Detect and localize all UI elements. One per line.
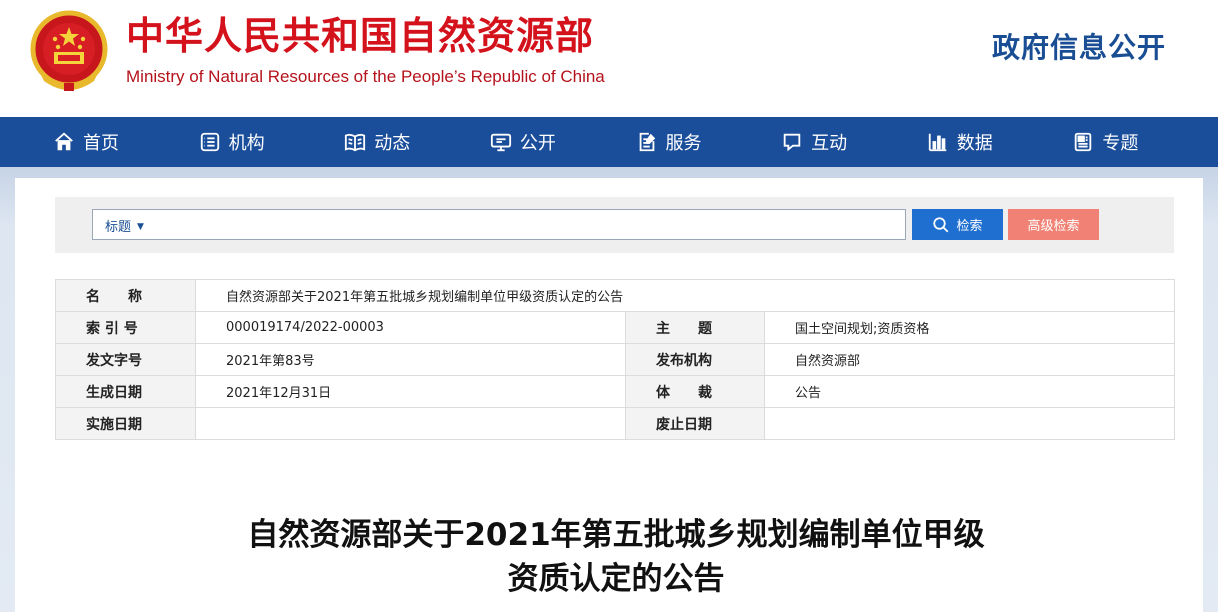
nav-item-label: 专题 bbox=[1102, 133, 1139, 154]
article-title: 自然资源部关于2021年第五批城乡规划编制单位甲级 资质认定的公告 bbox=[0, 513, 1218, 601]
chat-bubble-icon bbox=[783, 133, 801, 152]
article-title-line: 自然资源部关于2021年第五批城乡规划编制单位甲级 bbox=[247, 517, 985, 553]
info-value: 自然资源部关于2021年第五批城乡规划编制单位甲级资质认定的公告 bbox=[195, 279, 1175, 312]
info-label: 废止日期 bbox=[625, 407, 765, 440]
nav-item-label: 服务 bbox=[665, 133, 702, 154]
nav-item-data[interactable]: 数据 bbox=[927, 117, 1073, 167]
info-value: 000019174/2022-00003 bbox=[195, 311, 626, 344]
site-title: 中华人民共和国自然资源部 bbox=[126, 13, 595, 58]
table-row: 发文字号 2021年第83号 发布机构 自然资源部 bbox=[55, 343, 1175, 376]
national-emblem-logo[interactable] bbox=[30, 9, 108, 95]
search-box: 标题 ▼ bbox=[92, 209, 906, 240]
info-value: 国土空间规划;资质资格 bbox=[764, 311, 1175, 344]
nav-item-home[interactable]: 首页 bbox=[53, 117, 199, 167]
nav-item-label: 公开 bbox=[519, 133, 556, 154]
info-label: 实施日期 bbox=[55, 407, 196, 440]
nav-item-news[interactable]: 动态 bbox=[344, 117, 490, 167]
nav-item-label: 动态 bbox=[374, 133, 411, 154]
info-value bbox=[195, 407, 626, 440]
info-label: 主 题 bbox=[625, 311, 765, 344]
search-bar: 标题 ▼ 检索 高级检索 bbox=[55, 197, 1174, 253]
info-value bbox=[764, 407, 1175, 440]
bar-chart-icon bbox=[928, 133, 946, 152]
table-row: 索 引 号 000019174/2022-00003 主 题 国土空间规划;资质… bbox=[55, 311, 1175, 344]
site-header: 中华人民共和国自然资源部 Ministry of Natural Resourc… bbox=[0, 0, 1218, 117]
main-nav: 首页 机构 动态 公开 服务 互动 数据 专题 bbox=[0, 117, 1218, 167]
advanced-search-button[interactable]: 高级检索 bbox=[1008, 209, 1099, 240]
feature-icon bbox=[1075, 132, 1092, 152]
search-icon bbox=[933, 216, 949, 232]
info-label: 索 引 号 bbox=[55, 311, 196, 344]
info-value: 2021年第83号 bbox=[195, 343, 626, 376]
nav-item-label: 机构 bbox=[228, 133, 265, 154]
nav-item-label: 数据 bbox=[956, 133, 993, 154]
nav-item-public[interactable]: 公开 bbox=[490, 117, 636, 167]
gov-info-link[interactable]: 政府信息公开 bbox=[992, 26, 1166, 66]
info-value: 2021年12月31日 bbox=[195, 375, 626, 408]
nav-item-interaction[interactable]: 互动 bbox=[781, 117, 927, 167]
home-icon bbox=[55, 132, 73, 151]
search-type-select[interactable]: 标题 ▼ bbox=[105, 216, 144, 235]
edit-document-icon bbox=[639, 132, 655, 152]
nav-item-service[interactable]: 服务 bbox=[636, 117, 782, 167]
info-label: 生成日期 bbox=[55, 375, 196, 408]
info-label: 发布机构 bbox=[625, 343, 765, 376]
info-label: 发文字号 bbox=[55, 343, 196, 376]
nav-item-feature[interactable]: 专题 bbox=[1072, 117, 1218, 167]
article-title-line: 资质认定的公告 bbox=[507, 561, 725, 597]
institution-icon bbox=[200, 132, 219, 152]
monitor-icon bbox=[490, 133, 511, 152]
search-button[interactable]: 检索 bbox=[912, 209, 1003, 240]
search-type-label: 标题 bbox=[105, 220, 132, 235]
info-value: 自然资源部 bbox=[764, 343, 1175, 376]
nav-item-label: 互动 bbox=[811, 133, 848, 154]
table-row: 名 称 自然资源部关于2021年第五批城乡规划编制单位甲级资质认定的公告 bbox=[55, 279, 1175, 312]
site-subtitle: Ministry of Natural Resources of the Peo… bbox=[126, 67, 605, 86]
search-input[interactable] bbox=[163, 213, 898, 236]
info-label: 名 称 bbox=[55, 279, 196, 312]
table-row: 实施日期 废止日期 bbox=[55, 407, 1175, 440]
info-value: 公告 bbox=[764, 375, 1175, 408]
info-label: 体 裁 bbox=[625, 375, 765, 408]
nav-item-label: 首页 bbox=[83, 133, 119, 154]
search-button-label: 检索 bbox=[956, 218, 983, 233]
chevron-down-icon: ▼ bbox=[137, 222, 144, 232]
book-icon bbox=[345, 133, 366, 152]
nav-item-institution[interactable]: 机构 bbox=[199, 117, 345, 167]
table-row: 生成日期 2021年12月31日 体 裁 公告 bbox=[55, 375, 1175, 408]
document-info-table: 名 称 自然资源部关于2021年第五批城乡规划编制单位甲级资质认定的公告 索 引… bbox=[55, 279, 1175, 440]
